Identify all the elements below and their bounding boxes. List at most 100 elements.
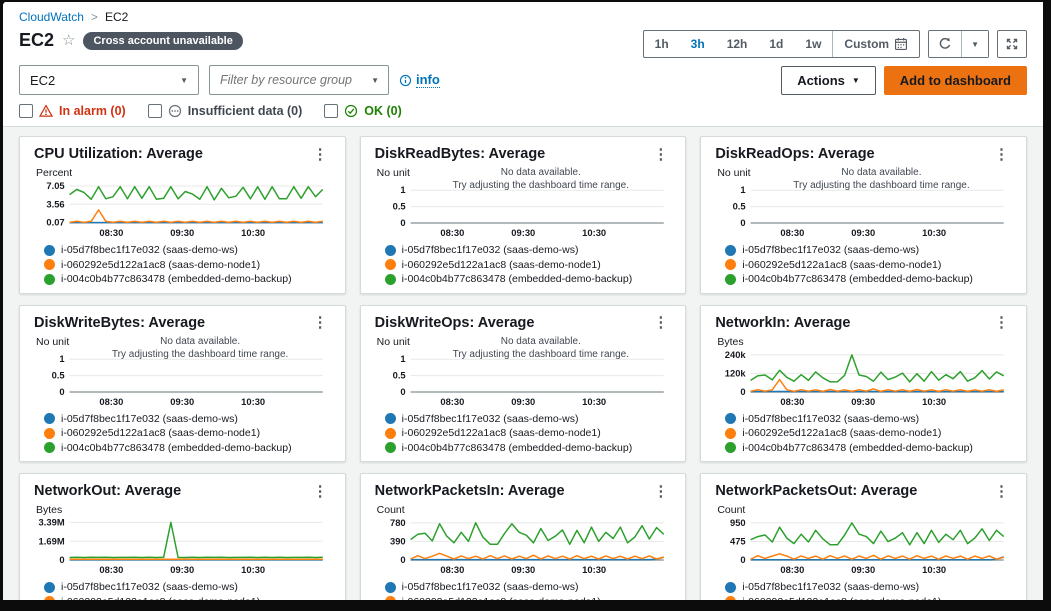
no-data-line1: No data available. xyxy=(453,166,629,179)
legend-item[interactable]: i-05d7f8bec1f17e032 (saas-demo-ws) xyxy=(725,412,1012,427)
favorite-star-icon[interactable]: ☆ xyxy=(62,33,75,48)
legend-label: i-05d7f8bec1f17e032 (saas-demo-ws) xyxy=(402,413,579,425)
legend-color-dot xyxy=(725,442,736,453)
legend-item[interactable]: i-060292e5d122a1ac8 (saas-demo-node1) xyxy=(725,258,1012,273)
chart-legend: i-05d7f8bec1f17e032 (saas-demo-ws)i-0602… xyxy=(34,580,331,611)
time-range-3h-button[interactable]: 3h xyxy=(680,31,716,57)
legend-label: i-060292e5d122a1ac8 (saas-demo-node1) xyxy=(402,596,601,608)
x-tick-label: 08:30 xyxy=(99,396,123,407)
time-range-12h-button[interactable]: 12h xyxy=(716,31,759,57)
actions-button[interactable]: Actions ▼ xyxy=(781,66,876,95)
legend-item[interactable]: i-05d7f8bec1f17e032 (saas-demo-ws) xyxy=(44,412,331,427)
metric-namespace-select[interactable]: EC2 ▼ xyxy=(19,65,199,95)
ellipsis-menu-icon[interactable]: ⋮ xyxy=(991,147,1012,162)
chevron-down-icon: ▼ xyxy=(971,40,979,49)
resource-group-filter-input[interactable] xyxy=(210,73,371,87)
alarm-filter-checkbox[interactable] xyxy=(324,104,338,118)
legend-color-dot xyxy=(385,442,396,453)
alarm-filter-item: Insufficient data (0) xyxy=(148,104,303,118)
ellipsis-menu-icon[interactable]: ⋮ xyxy=(310,315,331,330)
legend-item[interactable]: i-060292e5d122a1ac8 (saas-demo-node1) xyxy=(385,595,672,610)
y-tick-label: 1 xyxy=(400,354,405,365)
metric-cards-grid: CPU Utilization: Average ⋮ Percent 0.073… xyxy=(19,136,1027,611)
ellipsis-menu-icon[interactable]: ⋮ xyxy=(650,315,671,330)
series-line xyxy=(751,379,1004,391)
legend-item[interactable]: i-05d7f8bec1f17e032 (saas-demo-ws) xyxy=(385,580,672,595)
legend-color-dot xyxy=(385,274,396,285)
ellipsis-menu-icon[interactable]: ⋮ xyxy=(650,484,671,499)
y-tick-label: 0 xyxy=(400,555,405,566)
y-tick-label: 0 xyxy=(400,218,405,229)
alarm-filter-checkbox[interactable] xyxy=(19,104,33,118)
alarm-filter-item: In alarm (0) xyxy=(19,104,126,118)
breadcrumb-cloudwatch-link[interactable]: CloudWatch xyxy=(19,10,84,24)
legend-item[interactable]: i-060292e5d122a1ac8 (saas-demo-node1) xyxy=(44,595,331,610)
legend-item[interactable]: i-004c0b4b77c863478 (embedded-demo-backu… xyxy=(44,441,331,456)
y-tick-label: 1.69M xyxy=(39,536,65,547)
legend-item[interactable]: i-060292e5d122a1ac8 (saas-demo-node1) xyxy=(385,258,672,273)
add-to-dashboard-button[interactable]: Add to dashboard xyxy=(884,66,1027,95)
legend-item[interactable]: i-004c0b4b77c863478 (embedded-demo-backu… xyxy=(725,272,1012,287)
chart-plot[interactable]: 039078008:3009:3010:30 xyxy=(375,516,672,578)
legend-item[interactable]: i-060292e5d122a1ac8 (saas-demo-node1) xyxy=(44,426,331,441)
ellipsis-menu-icon[interactable]: ⋮ xyxy=(310,484,331,499)
cross-account-badge: Cross account unavailable xyxy=(83,32,242,50)
legend-item[interactable]: i-05d7f8bec1f17e032 (saas-demo-ws) xyxy=(725,243,1012,258)
legend-item[interactable]: i-060292e5d122a1ac8 (saas-demo-node1) xyxy=(725,426,1012,441)
legend-label: i-05d7f8bec1f17e032 (saas-demo-ws) xyxy=(402,581,579,593)
info-link[interactable]: info xyxy=(399,72,440,88)
actions-label: Actions xyxy=(797,73,845,88)
no-data-line1: No data available. xyxy=(453,335,629,348)
chart-area: No unit No data available. Try adjusting… xyxy=(375,167,672,241)
chart-plot[interactable]: 0120k240k08:3009:3010:30 xyxy=(715,348,1012,410)
time-range-1h-button[interactable]: 1h xyxy=(644,31,680,57)
chart-area: Bytes 01.69M3.39M08:3009:3010:30 xyxy=(34,504,331,578)
legend-item[interactable]: i-060292e5d122a1ac8 (saas-demo-node1) xyxy=(385,426,672,441)
breadcrumb-separator: > xyxy=(91,10,98,24)
ellipsis-menu-icon[interactable]: ⋮ xyxy=(991,315,1012,330)
refresh-options-button[interactable]: ▼ xyxy=(961,31,988,57)
chart-title: DiskWriteBytes: Average xyxy=(34,315,205,331)
chart-legend: i-05d7f8bec1f17e032 (saas-demo-ws) i-0602… xyxy=(375,580,672,611)
time-range-1d-button[interactable]: 1d xyxy=(758,31,794,57)
fullscreen-button[interactable] xyxy=(997,30,1027,58)
x-tick-label: 09:30 xyxy=(852,228,876,239)
legend-item[interactable]: i-004c0b4b77c863478 (embedded-demo-backu… xyxy=(725,441,1012,456)
chart-legend: i-05d7f8bec1f17e032 (saas-demo-ws)i-0602… xyxy=(375,243,672,287)
chart-area: No unit No data available. Try adjusting… xyxy=(715,167,1012,241)
legend-item[interactable]: i-05d7f8bec1f17e032 (saas-demo-ws) xyxy=(385,243,672,258)
chart-plot[interactable]: 0.073.567.0508:3009:3010:30 xyxy=(34,179,331,241)
x-tick-label: 09:30 xyxy=(170,565,194,576)
legend-item[interactable]: i-05d7f8bec1f17e032 (saas-demo-ws) xyxy=(725,580,1012,595)
legend-item[interactable]: i-05d7f8bec1f17e032 (saas-demo-ws) xyxy=(44,580,331,595)
legend-item[interactable]: i-05d7f8bec1f17e032 (saas-demo-ws) xyxy=(385,412,672,427)
ellipsis-menu-icon[interactable]: ⋮ xyxy=(991,484,1012,499)
legend-label: i-05d7f8bec1f17e032 (saas-demo-ws) xyxy=(742,244,919,256)
no-data-message: No data available. Try adjusting the das… xyxy=(453,166,629,192)
legend-item[interactable]: i-060292e5d122a1ac8 (saas-demo-node1) xyxy=(44,258,331,273)
chart-plot[interactable]: 047595008:3009:3010:30 xyxy=(715,516,1012,578)
chart-plot[interactable]: 01.69M3.39M08:3009:3010:30 xyxy=(34,516,331,578)
legend-label: i-060292e5d122a1ac8 (saas-demo-node1) xyxy=(402,427,601,439)
ellipsis-menu-icon[interactable]: ⋮ xyxy=(650,147,671,162)
legend-item[interactable]: i-05d7f8bec1f17e032 (saas-demo-ws) xyxy=(44,243,331,258)
x-tick-label: 08:30 xyxy=(440,396,464,407)
x-tick-label: 08:30 xyxy=(99,565,123,576)
legend-item[interactable]: i-004c0b4b77c863478 (embedded-demo-backu… xyxy=(44,272,331,287)
refresh-button[interactable] xyxy=(929,31,961,57)
time-range-group: 1h3h12h1d1w Custom xyxy=(643,30,920,58)
chevron-down-icon: ▼ xyxy=(852,76,860,85)
y-tick-label: 0.5 xyxy=(392,370,405,381)
time-range-custom-button[interactable]: Custom xyxy=(832,31,919,57)
info-icon xyxy=(399,74,412,87)
y-tick-label: 1 xyxy=(400,185,405,196)
legend-item[interactable]: i-004c0b4b77c863478 (embedded-demo-backu… xyxy=(385,272,672,287)
alarm-filter-checkbox[interactable] xyxy=(148,104,162,118)
time-range-1w-button[interactable]: 1w xyxy=(794,31,832,57)
legend-item[interactable]: i-060292e5d122a1ac8 (saas-demo-node1) xyxy=(725,595,1012,610)
chevron-down-icon[interactable]: ▼ xyxy=(371,76,388,85)
ellipsis-menu-icon[interactable]: ⋮ xyxy=(310,147,331,162)
metric-card: DiskWriteOps: Average ⋮ No unit No data … xyxy=(360,305,687,463)
legend-item[interactable]: i-004c0b4b77c863478 (embedded-demo-backu… xyxy=(385,441,672,456)
x-tick-label: 10:30 xyxy=(582,228,606,239)
